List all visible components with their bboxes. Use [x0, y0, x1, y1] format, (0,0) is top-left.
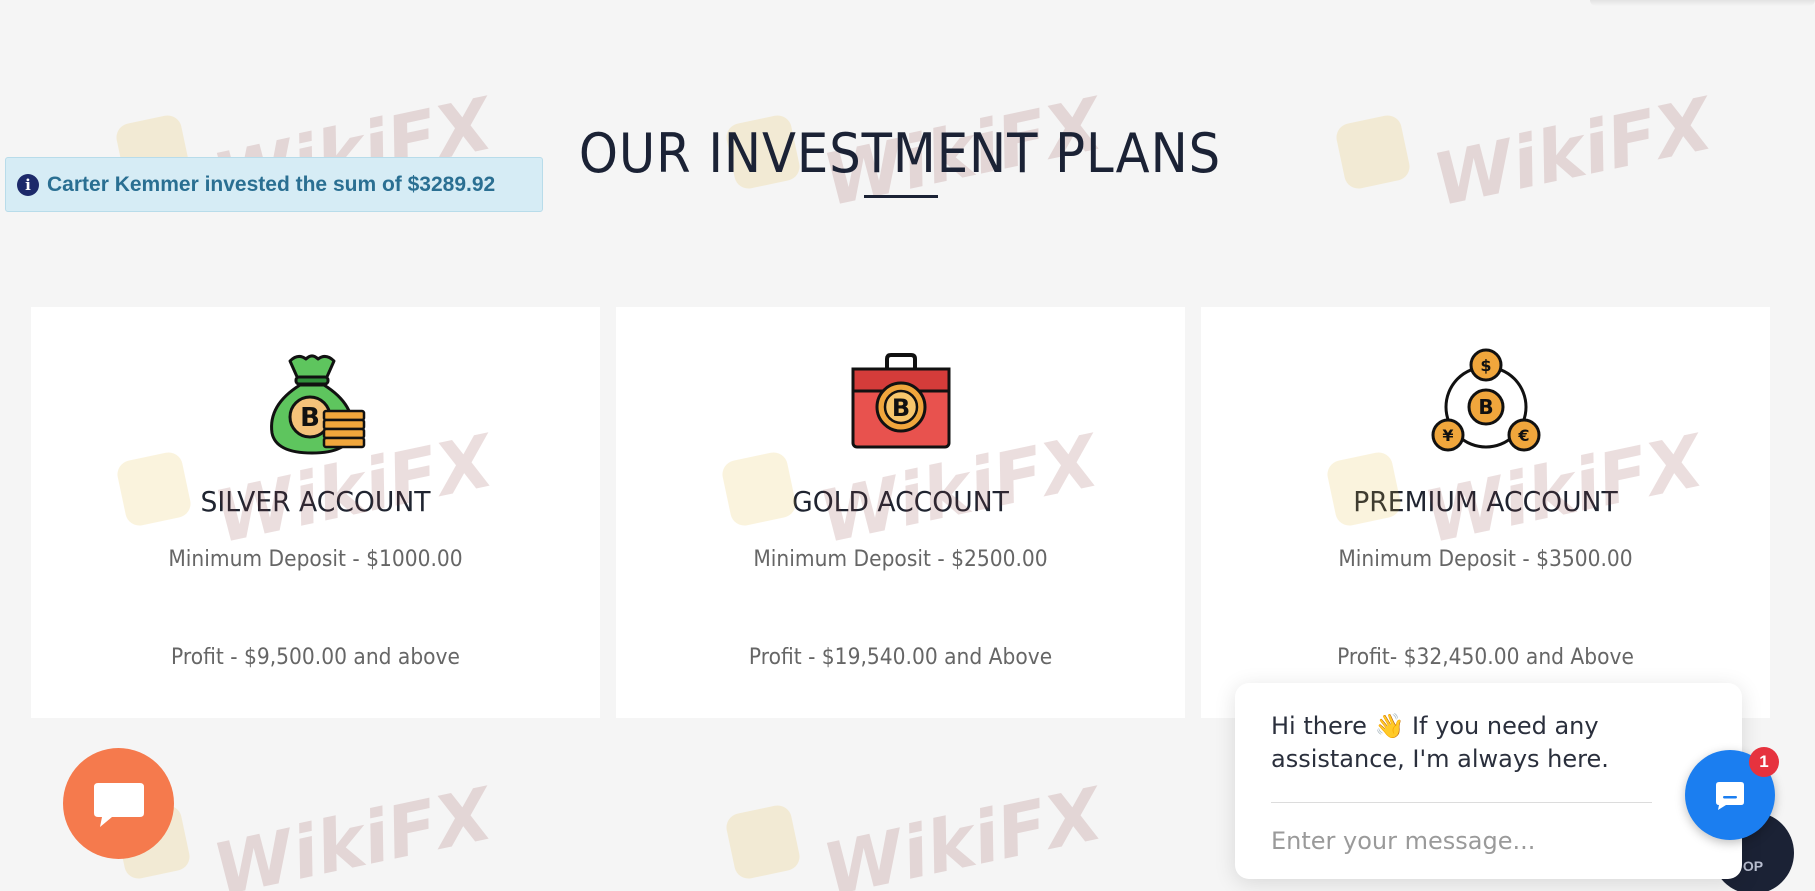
- plan-profit: Profit - $9,500.00 and above: [171, 645, 460, 670]
- watermark-text: WikiFX: [816, 771, 1110, 891]
- svg-text:€: €: [1517, 426, 1529, 445]
- plan-min-deposit: Minimum Deposit - $3500.00: [1338, 547, 1633, 572]
- chat-divider: [1271, 802, 1652, 803]
- top-edge-shadow: [1590, 0, 1815, 6]
- svg-text:¥: ¥: [1442, 426, 1453, 445]
- info-icon: i: [17, 173, 39, 196]
- notification-text: Carter Kemmer invested the sum of $3289.…: [47, 172, 496, 196]
- briefcase-bitcoin-icon: B: [616, 347, 1185, 459]
- plan-profit: Profit- $32,450.00 and Above: [1337, 645, 1634, 670]
- coins-exchange-icon: $ B ¥ €: [1201, 347, 1770, 459]
- watermark: WikiFX: [113, 772, 499, 891]
- watermark-text: WikiFX: [206, 771, 500, 891]
- plan-card-silver: B SILVER ACCOUNT Minimum Deposit - $1000…: [31, 307, 600, 718]
- investment-notification: i Carter Kemmer invested the sum of $328…: [5, 157, 543, 212]
- chat-unread-badge: 1: [1749, 747, 1779, 777]
- plan-name: PREMIUM ACCOUNT: [1353, 485, 1618, 518]
- chat-launcher-button[interactable]: [63, 748, 174, 859]
- chat-greeting-message: Hi there 👋 If you need any assistance, I…: [1271, 712, 1609, 773]
- plan-name: SILVER ACCOUNT: [200, 485, 431, 518]
- chat-bubble-icon: [93, 782, 144, 827]
- svg-text:B: B: [891, 394, 909, 422]
- plan-name: GOLD ACCOUNT: [792, 485, 1009, 518]
- scroll-top-label: OP: [1742, 858, 1764, 874]
- plan-min-deposit: Minimum Deposit - $2500.00: [753, 547, 1048, 572]
- plan-card-premium: $ B ¥ € PREMIUM ACCOUNT Minimum Deposit …: [1201, 307, 1770, 718]
- title-underline: [864, 195, 938, 198]
- plan-profit: Profit - $19,540.00 and Above: [748, 645, 1053, 670]
- svg-text:$: $: [1480, 356, 1491, 375]
- chat-message-input[interactable]: [1271, 821, 1651, 861]
- watermark-logo-icon: [723, 802, 803, 882]
- plan-min-deposit: Minimum Deposit - $1000.00: [168, 547, 463, 572]
- svg-text:B: B: [300, 403, 320, 433]
- page: WikiFX WikiFX WikiFX OUR INVESTMENT PLAN…: [0, 0, 1815, 891]
- plan-card-gold: B GOLD ACCOUNT Minimum Deposit - $2500.0…: [616, 307, 1185, 718]
- money-bag-bitcoin-icon: B: [31, 347, 600, 459]
- chat-icon: [1716, 782, 1744, 810]
- svg-text:B: B: [1478, 395, 1493, 419]
- chat-popup: Hi there 👋 If you need any assistance, I…: [1235, 683, 1742, 879]
- watermark: WikiFX: [723, 772, 1109, 891]
